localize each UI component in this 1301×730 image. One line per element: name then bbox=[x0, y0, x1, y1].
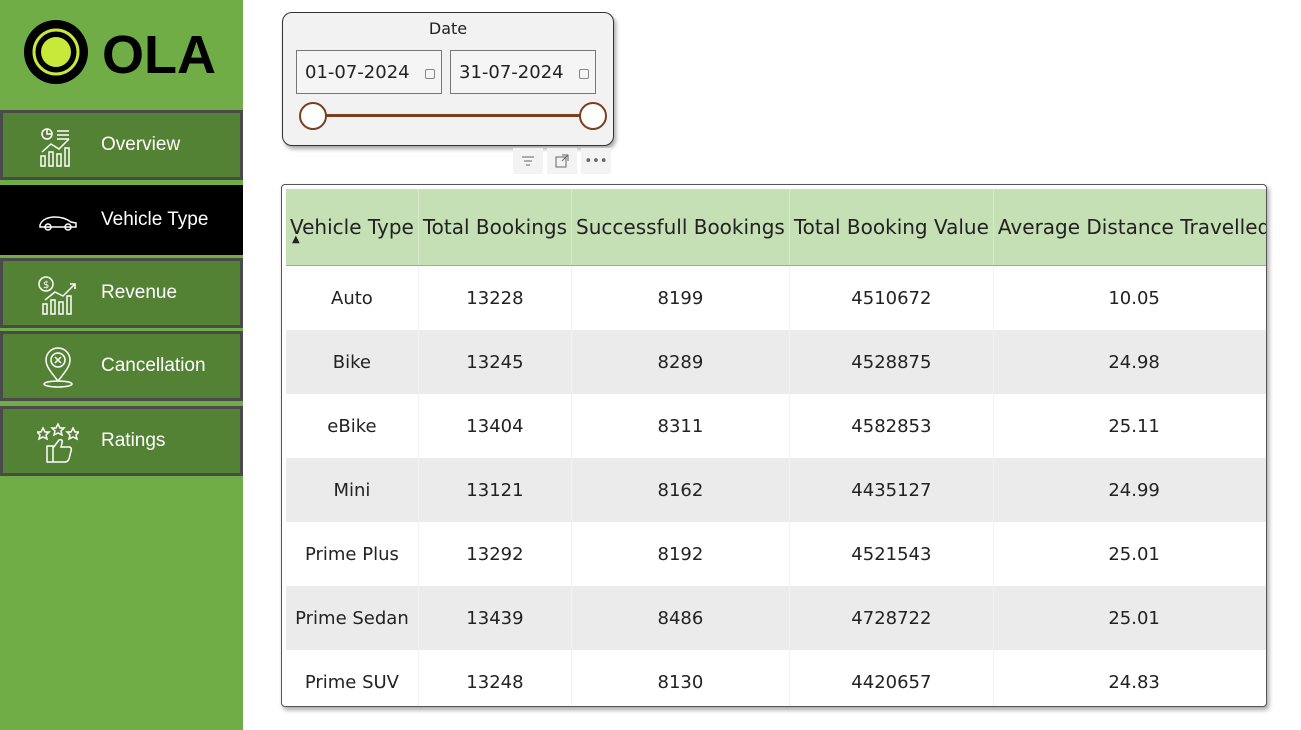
nav-label: Revenue bbox=[101, 282, 178, 303]
cell: Auto bbox=[286, 265, 419, 330]
cell: Prime SUV bbox=[286, 650, 419, 706]
cell: 25.01 bbox=[993, 522, 1266, 586]
sidebar: OLA Overview Vehicle Type $ Revenue Canc… bbox=[0, 0, 243, 730]
cell: 24.83 bbox=[993, 650, 1266, 706]
cell: 4420657 bbox=[789, 650, 994, 706]
table-row: Auto 13228 8199 4510672 10.05 bbox=[286, 265, 1266, 330]
cell: 25.11 bbox=[993, 394, 1266, 458]
table-row: Bike 13245 8289 4528875 24.98 bbox=[286, 330, 1266, 394]
table-row: Mini 13121 8162 4435127 24.99 bbox=[286, 458, 1266, 522]
column-header[interactable]: Total Bookings bbox=[418, 189, 573, 266]
column-header[interactable]: Successfull Bookings bbox=[571, 189, 790, 266]
cell: 10.05 bbox=[993, 265, 1266, 330]
cell: Mini bbox=[286, 458, 419, 522]
column-header-label: Successfull Bookings bbox=[576, 215, 785, 239]
nav-label: Ratings bbox=[101, 430, 166, 451]
cell: 4582853 bbox=[789, 394, 994, 458]
column-header-label: Total Booking Value bbox=[793, 215, 989, 239]
sort-ascending-icon[interactable]: ▲ bbox=[292, 234, 300, 245]
start-date-value: 01-07-2024 bbox=[305, 61, 410, 83]
cell: 4728722 bbox=[789, 586, 994, 650]
nav-revenue[interactable]: $ Revenue bbox=[0, 258, 243, 328]
cell: 13121 bbox=[418, 458, 573, 522]
nav-overview[interactable]: Overview bbox=[0, 110, 243, 180]
cell: 4528875 bbox=[789, 330, 994, 394]
cell: 13228 bbox=[418, 265, 573, 330]
table-row: Prime SUV 13248 8130 4420657 24.83 bbox=[286, 650, 1266, 706]
nav-ratings[interactable]: Ratings bbox=[0, 406, 243, 476]
cell: 8192 bbox=[571, 522, 790, 586]
date-range-track[interactable] bbox=[313, 114, 593, 117]
table-row: eBike 13404 8311 4582853 25.11 bbox=[286, 394, 1266, 458]
nav-label: Vehicle Type bbox=[101, 209, 209, 230]
nav-label: Cancellation bbox=[101, 355, 206, 376]
slicer-title: Date bbox=[428, 19, 468, 38]
column-header[interactable]: Total Booking Value bbox=[789, 189, 994, 266]
calendar-icon[interactable] bbox=[425, 69, 435, 79]
vehicle-type-table: Vehicle Type ▲ Total Bookings Successful… bbox=[281, 184, 1267, 707]
cell: 13248 bbox=[418, 650, 573, 706]
end-date-input[interactable]: 31-07-2024 bbox=[450, 50, 596, 94]
column-header-label: Total Bookings bbox=[422, 215, 568, 239]
table-header-row: Vehicle Type ▲ Total Bookings Successful… bbox=[286, 189, 1267, 266]
cell: 4510672 bbox=[789, 265, 994, 330]
nav-vehicle-type[interactable]: Vehicle Type bbox=[0, 185, 243, 255]
cell: Prime Plus bbox=[286, 522, 419, 586]
cell: 8289 bbox=[571, 330, 790, 394]
cell: 8162 bbox=[571, 458, 790, 522]
table-row: Prime Sedan 13439 8486 4728722 25.01 bbox=[286, 586, 1266, 650]
filter-icon[interactable] bbox=[513, 148, 543, 174]
cell: eBike bbox=[286, 394, 419, 458]
cell: 13245 bbox=[418, 330, 573, 394]
column-header[interactable]: Vehicle Type ▲ bbox=[286, 189, 419, 266]
column-header[interactable]: Average Distance Travelled bbox=[993, 189, 1267, 266]
cell: Bike bbox=[286, 330, 419, 394]
cell: 8311 bbox=[571, 394, 790, 458]
nav-cancellation[interactable]: Cancellation bbox=[0, 331, 243, 401]
range-end-handle[interactable] bbox=[579, 102, 607, 130]
cell: 24.98 bbox=[993, 330, 1266, 394]
cell: 25.01 bbox=[993, 586, 1266, 650]
cell: 8199 bbox=[571, 265, 790, 330]
car-icon bbox=[39, 216, 77, 231]
more-options-icon[interactable]: ••• bbox=[581, 148, 611, 174]
column-header-label: Vehicle Type bbox=[290, 215, 414, 239]
analytics-icon bbox=[40, 128, 70, 167]
visual-toolbar: ••• bbox=[513, 148, 611, 174]
date-slicer: Date 01-07-2024 31-07-2024 bbox=[282, 12, 614, 146]
svg-text:$: $ bbox=[43, 280, 49, 291]
column-header-label: Average Distance Travelled bbox=[997, 215, 1267, 239]
range-start-handle[interactable] bbox=[299, 102, 327, 130]
thumbs-up-stars-icon bbox=[37, 422, 79, 463]
ola-logo: OLA bbox=[18, 14, 228, 92]
cell: 13292 bbox=[418, 522, 573, 586]
revenue-chart-icon: $ bbox=[38, 276, 76, 315]
end-date-value: 31-07-2024 bbox=[459, 61, 564, 83]
nav-label: Overview bbox=[101, 134, 181, 155]
table-row: Prime Plus 13292 8192 4521543 25.01 bbox=[286, 522, 1266, 586]
cell: 24.99 bbox=[993, 458, 1266, 522]
cell: 4435127 bbox=[789, 458, 994, 522]
logo-text: OLA bbox=[102, 25, 216, 85]
focus-mode-icon[interactable] bbox=[547, 148, 577, 174]
cell: 13439 bbox=[418, 586, 573, 650]
cell: 13404 bbox=[418, 394, 573, 458]
cell: 8486 bbox=[571, 586, 790, 650]
cell: Prime Sedan bbox=[286, 586, 419, 650]
cell: 8130 bbox=[571, 650, 790, 706]
cell: 4521543 bbox=[789, 522, 994, 586]
location-cancel-icon bbox=[43, 347, 73, 388]
calendar-icon[interactable] bbox=[579, 69, 589, 79]
start-date-input[interactable]: 01-07-2024 bbox=[296, 50, 442, 94]
